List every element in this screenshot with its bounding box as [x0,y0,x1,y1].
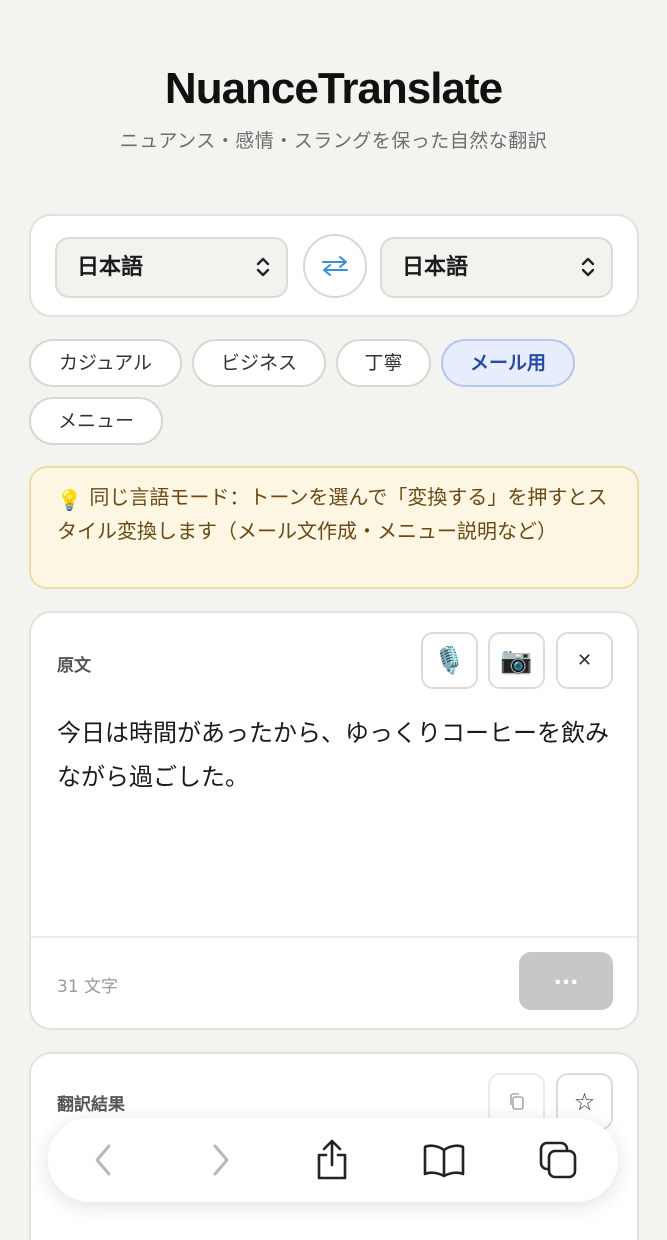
bookmarks-icon [423,1144,465,1178]
source-text-input[interactable]: 今日は時間があったから、ゆっくりコーヒーを飲みながら過ごした。 [57,711,617,799]
source-language-value: 日本語 [77,255,144,280]
source-language-select[interactable]: 日本語 [55,237,288,298]
source-text-card: 原文 🎙️ 📷 ✕ 今日は時間があったから、ゆっくりコーヒーを飲みながら過ごした… [29,611,639,1030]
target-language-value: 日本語 [402,255,469,280]
swap-languages-button[interactable] [303,234,367,298]
close-icon: ✕ [576,650,593,671]
microphone-icon: 🎙️ [433,645,466,676]
tone-chip-polite[interactable]: 丁寧 [336,339,431,387]
tip-text: 同じ言語モード：トーンを選んで「変換する」を押すとスタイル変換します（メール文作… [57,485,608,543]
tone-chip-menu[interactable]: メニュー [29,397,163,445]
chevron-up-down-icon [581,257,595,277]
star-icon: ☆ [573,1087,596,1116]
forward-button[interactable] [194,1134,246,1186]
character-count: 31 文字 [57,977,119,997]
back-icon [95,1144,111,1176]
app-subtitle: ニュアンス・感情・スラングを保った自然な翻訳 [119,130,548,152]
language-selector-card: 日本語 日本語 [29,214,639,317]
browser-toolbar [48,1118,618,1202]
tone-chip-business[interactable]: ビジネス [192,339,326,387]
microphone-button[interactable]: 🎙️ [421,632,478,689]
share-button[interactable] [306,1134,358,1186]
copy-icon [509,1092,524,1110]
camera-icon: 📷 [500,645,533,676]
bookmarks-button[interactable] [418,1134,470,1186]
lightbulb-icon: 💡 [57,488,82,512]
convert-button[interactable]: ... [519,952,613,1010]
divider [31,936,637,938]
source-label: 原文 [57,656,91,676]
result-label: 翻訳結果 [57,1095,125,1115]
back-button[interactable] [78,1134,130,1186]
target-language-select[interactable]: 日本語 [380,237,613,298]
share-icon [317,1139,347,1180]
app-title: NuanceTranslate [164,64,503,113]
tabs-icon [539,1141,577,1179]
same-language-tip: 💡 同じ言語モード：トーンを選んで「変換する」を押すとスタイル変換します（メール… [29,466,639,589]
camera-button[interactable]: 📷 [488,632,545,689]
forward-icon [213,1144,229,1176]
tone-chip-email[interactable]: メール用 [441,339,575,387]
clear-button[interactable]: ✕ [556,632,613,689]
chevron-up-down-icon [256,257,270,277]
tabs-button[interactable] [532,1134,584,1186]
tone-chip-casual[interactable]: カジュアル [29,339,182,387]
swap-icon [322,256,348,276]
